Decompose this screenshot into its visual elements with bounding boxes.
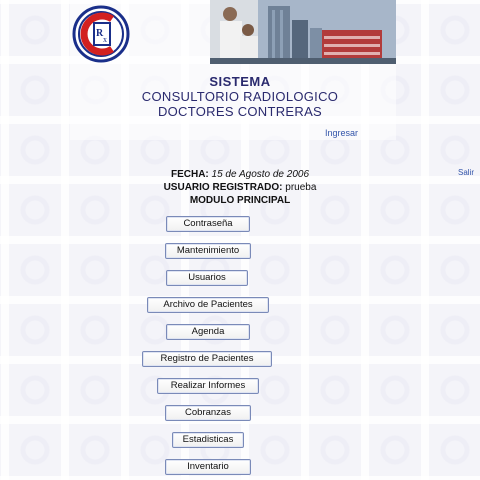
menu-button-agenda[interactable]: Agenda — [166, 324, 250, 340]
header-photo-hospital — [210, 0, 396, 64]
menu-button-estadisticas[interactable]: Estadisticas — [172, 432, 244, 448]
menu-button-realizar-informes[interactable]: Realizar Informes — [157, 378, 259, 394]
menu-button-usuarios[interactable]: Usuarios — [166, 270, 248, 286]
menu-button-archivo-pacientes[interactable]: Archivo de Pacientes — [147, 297, 269, 313]
module-title: MODULO PRINCIPAL — [189, 195, 291, 206]
date-value: 15 de Agosto de 2006 — [211, 169, 310, 180]
logout-link[interactable]: Salir — [458, 168, 474, 177]
user-row: USUARIO REGISTRADO: prueba — [100, 181, 380, 194]
menu-button-contrasena[interactable]: Contraseña — [166, 216, 250, 232]
title-line-2: DOCTORES CONTRERAS — [157, 104, 323, 119]
user-value: prueba — [285, 182, 317, 193]
menu-button-inventario[interactable]: Inventario — [165, 459, 251, 475]
clinic-logo: R x — [72, 5, 130, 63]
menu-button-registro-pacientes[interactable]: Registro de Pacientes — [142, 351, 272, 367]
session-info: FECHA: 15 de Agosto de 2006 USUARIO REGI… — [100, 168, 380, 207]
menu-button-cobranzas[interactable]: Cobranzas — [165, 405, 251, 421]
title-line-1: CONSULTORIO RADIOLOGICO — [141, 89, 339, 104]
date-row: FECHA: 15 de Agosto de 2006 — [100, 168, 380, 181]
menu-button-mantenimiento[interactable]: Mantenimiento — [165, 243, 251, 259]
svg-text:x: x — [103, 35, 107, 44]
login-link[interactable]: Ingresar — [325, 128, 358, 138]
system-title: SISTEMA CONSULTORIO RADIOLOGICO DOCTORES… — [140, 74, 340, 119]
user-label: USUARIO REGISTRADO: — [163, 182, 283, 193]
title-main: SISTEMA — [209, 74, 271, 89]
date-label: FECHA: — [170, 169, 209, 180]
